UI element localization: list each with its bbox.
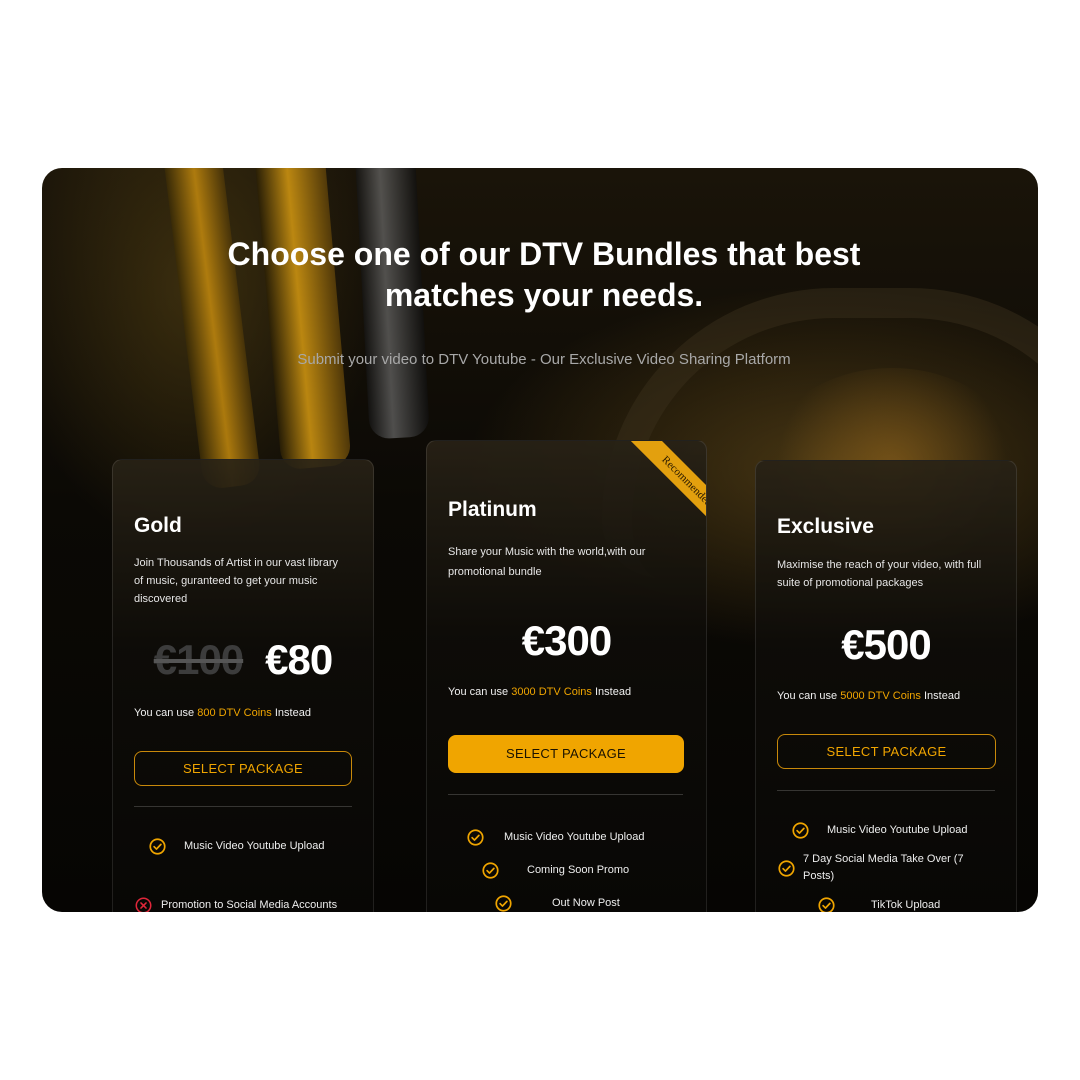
background-stripe — [160, 168, 262, 491]
plan-name: Exclusive — [777, 515, 874, 538]
coins-suffix: Instead — [920, 690, 961, 702]
coins-suffix: Instead — [271, 707, 311, 719]
old-price: €100 — [153, 636, 244, 683]
feature-text: TikTok Upload — [871, 899, 941, 911]
coins-value: 5000 DTV Coins — [840, 690, 921, 702]
coins-suffix: Instead — [591, 686, 632, 698]
plan-price: €80 — [265, 636, 333, 683]
feature-item: Music Video Youtube Upload — [467, 829, 644, 846]
check-circle-icon — [149, 838, 166, 855]
recommended-badge: Recommended — [622, 441, 706, 535]
plan-name: Gold — [134, 514, 182, 537]
select-package-button[interactable]: SELECT PACKAGE — [777, 734, 996, 769]
page-subtitle: Submit your video to DTV Youtube - Our E… — [297, 351, 791, 368]
plan-description: Maximise the reach of your video, with f… — [777, 559, 982, 589]
feature-text: Coming Soon Promo — [527, 864, 630, 876]
feature-item: Out Now Post — [495, 895, 620, 912]
check-circle-icon — [818, 897, 835, 912]
plan-card-gold: Gold Join Thousands of Artist in our vas… — [112, 459, 374, 912]
feature-text: Out Now Post — [552, 897, 620, 909]
feature-item: Coming Soon Promo — [482, 862, 629, 879]
feature-item: 7 Day Social Media Take Over (7 Posts) — [778, 851, 993, 885]
price-row: €500 — [756, 621, 1016, 669]
coins-note: You can use 3000 DTV Coins Instead — [448, 686, 631, 698]
coins-prefix: You can use — [448, 686, 512, 698]
coins-value: 3000 DTV Coins — [511, 686, 592, 698]
check-circle-icon — [495, 895, 512, 912]
plan-card-exclusive: Exclusive Maximise the reach of your vid… — [755, 460, 1017, 912]
coins-note: You can use 800 DTV Coins Instead — [134, 707, 311, 719]
check-circle-icon — [467, 829, 484, 846]
price-row: €100 €80 — [113, 636, 373, 684]
check-circle-icon — [778, 859, 795, 877]
coins-note: You can use 5000 DTV Coins Instead — [777, 690, 960, 702]
feature-item: TikTok Upload — [818, 897, 940, 912]
feature-text: Music Video Youtube Upload — [827, 824, 968, 836]
background-stripe — [252, 168, 352, 471]
coins-value: 800 DTV Coins — [197, 707, 272, 719]
pricing-panel: Choose one of our DTV Bundles that best … — [42, 168, 1038, 912]
coins-prefix: You can use — [777, 690, 841, 702]
price-row: €300 — [427, 617, 706, 665]
plan-card-platinum: Recommended Platinum Share your Music wi… — [426, 440, 707, 912]
plan-price: €500 — [841, 621, 931, 668]
feature-item: Music Video Youtube Upload — [792, 822, 967, 839]
plan-price: €300 — [521, 617, 612, 664]
feature-text: 7 Day Social Media Take Over (7 Posts) — [803, 853, 964, 882]
plan-name: Platinum — [448, 498, 537, 521]
feature-text: Music Video Youtube Upload — [184, 840, 325, 852]
feature-text: Music Video Youtube Upload — [504, 831, 645, 843]
select-package-button[interactable]: SELECT PACKAGE — [134, 751, 352, 786]
coins-prefix: You can use — [134, 707, 198, 719]
page-title: Choose one of our DTV Bundles that best … — [42, 234, 1038, 316]
recommended-ribbon: Recommended — [598, 441, 706, 535]
plan-description: Join Thousands of Artist in our vast lib… — [134, 557, 339, 605]
feature-item: Promotion to Social Media Accounts — [135, 897, 337, 912]
feature-item: Music Video Youtube Upload — [149, 838, 324, 855]
cross-circle-icon — [135, 897, 152, 912]
page-title-line: matches your needs. — [384, 277, 704, 313]
divider — [777, 790, 995, 791]
plan-description: Share your Music with the world,with our… — [448, 546, 646, 578]
feature-text: Promotion to Social Media Accounts — [161, 899, 338, 911]
divider — [134, 806, 352, 807]
select-package-button[interactable]: SELECT PACKAGE — [448, 735, 684, 773]
divider — [448, 794, 683, 795]
check-circle-icon — [482, 862, 499, 879]
check-circle-icon — [792, 822, 809, 839]
page-title-line: Choose one of our DTV Bundles that best — [227, 236, 861, 272]
